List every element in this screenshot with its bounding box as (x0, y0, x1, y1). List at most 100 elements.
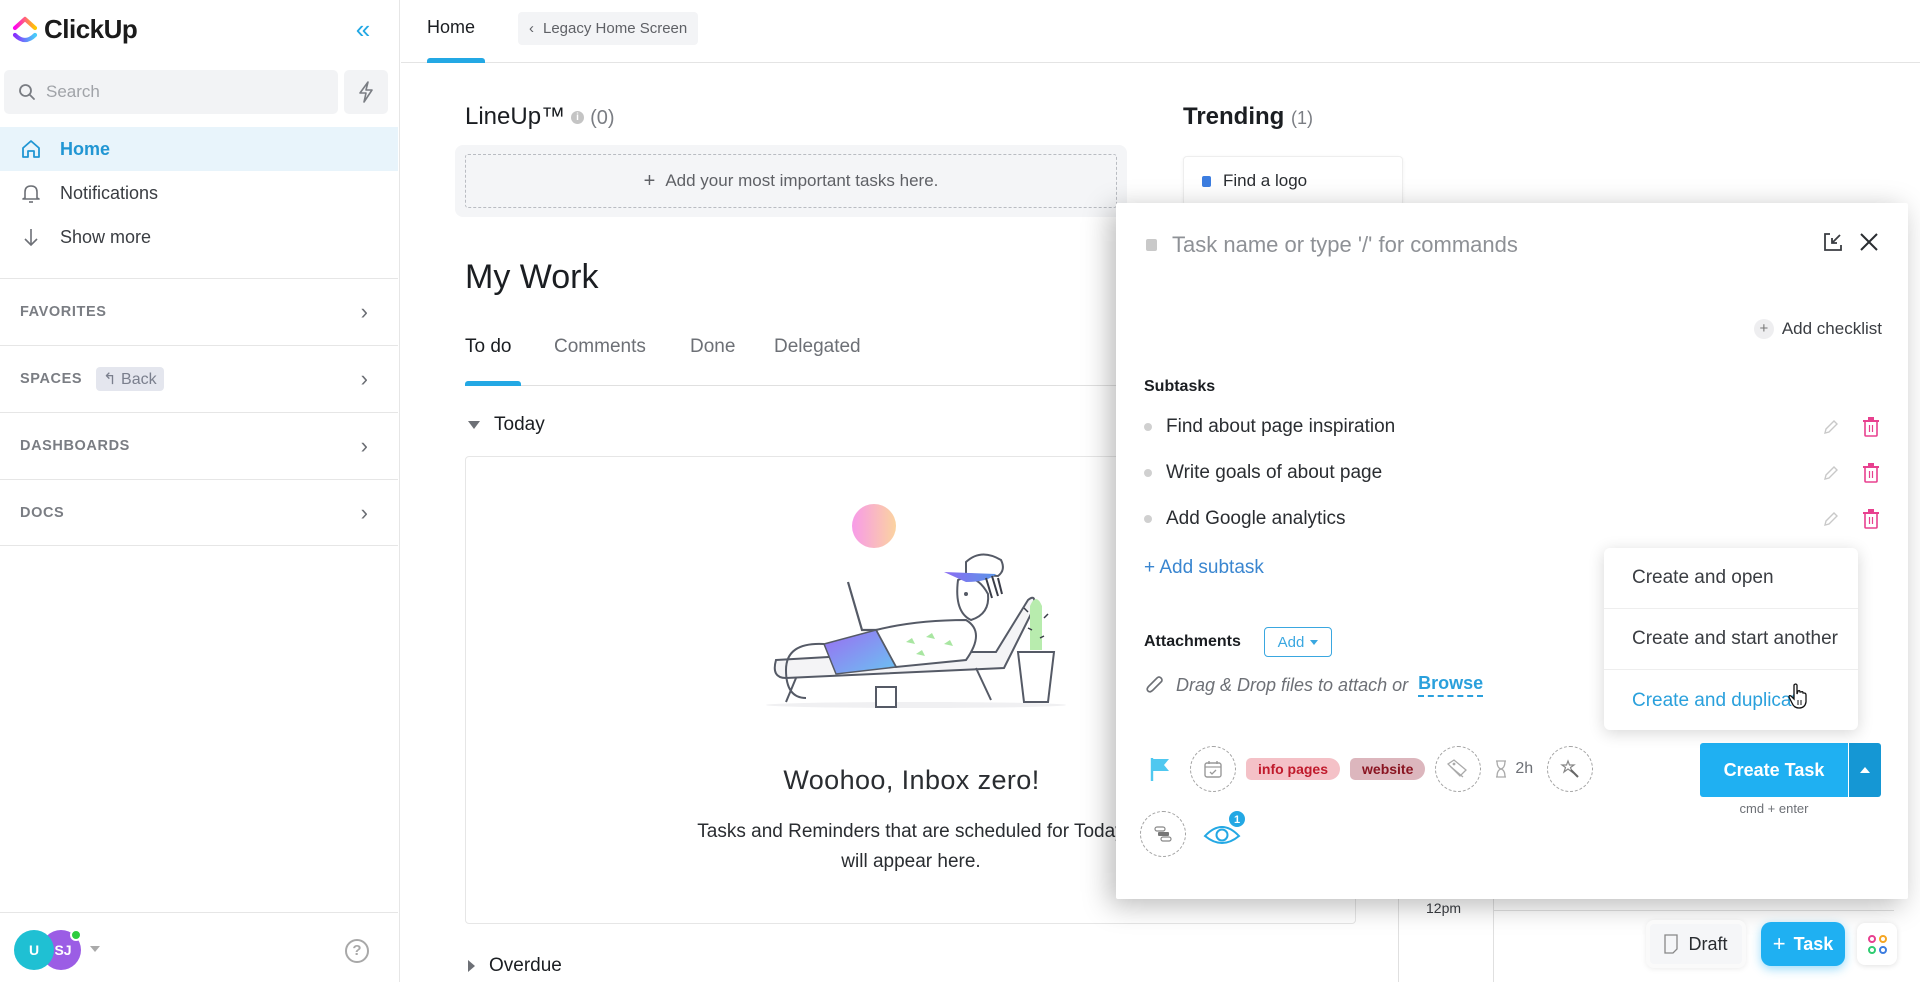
subtask-status-icon (1144, 423, 1152, 431)
sidebar-footer: U SJ ? (0, 912, 398, 982)
add-tag-button[interactable] (1435, 746, 1482, 792)
tab-done[interactable]: Done (690, 336, 735, 358)
pencil-icon (1824, 466, 1838, 480)
quick-actions-button[interactable] (344, 70, 388, 114)
legacy-home-screen-button[interactable]: ‹ Legacy Home Screen (518, 12, 699, 45)
lineup-title: LineUp™ (465, 103, 566, 130)
add-subtask-button[interactable]: + Add subtask (1144, 557, 1264, 579)
tag-website[interactable]: website (1350, 758, 1426, 780)
trending-title: Trending (1183, 103, 1285, 130)
delete-subtask-button[interactable] (1858, 506, 1884, 532)
apps-dot (1878, 934, 1887, 943)
sidebar-section-dashboards[interactable]: DASHBOARDS › (0, 412, 398, 479)
plus-icon: + (1772, 931, 1786, 956)
minimize-modal-button[interactable] (1818, 227, 1848, 257)
subtask-label[interactable]: Write goals of about page (1166, 462, 1804, 484)
spaces-back-button[interactable]: ↰ Back (96, 367, 164, 391)
relaxing-person-illustration (766, 504, 1066, 708)
tab-home[interactable]: Home (427, 17, 475, 38)
apps-dot (1867, 934, 1876, 943)
add-checklist-button[interactable]: + Add checklist (1753, 319, 1882, 339)
create-task-button[interactable]: Create Task (1700, 743, 1848, 797)
tab-to-do[interactable]: To do (465, 336, 511, 358)
lineup-heading: LineUp™ i (0) (465, 103, 615, 131)
user-menu-caret-icon[interactable] (90, 946, 100, 952)
edit-subtask-button[interactable] (1818, 460, 1844, 486)
paperclip-icon (1146, 676, 1163, 693)
close-modal-button[interactable] (1854, 227, 1884, 257)
gantt-icon (1154, 826, 1172, 842)
help-button[interactable]: ? (345, 939, 369, 963)
trending-task-card[interactable]: Find a logo (1183, 156, 1403, 206)
info-icon[interactable]: i (571, 110, 585, 124)
subtasks-label: Subtasks (1144, 378, 1216, 395)
subtask-row[interactable]: Add Google analytics (1144, 502, 1884, 536)
delete-subtask-button[interactable] (1858, 414, 1884, 440)
trash-icon (1863, 417, 1879, 437)
subtask-status-icon (1144, 469, 1152, 477)
attachments-label: Attachments (1144, 633, 1241, 650)
custom-fields-button[interactable] (1547, 746, 1594, 792)
dependencies-button[interactable] (1140, 811, 1186, 857)
sidebar-item-label: Show more (60, 226, 152, 247)
tab-comments[interactable]: Comments (554, 336, 646, 358)
collapse-sidebar-button[interactable]: « (350, 14, 376, 44)
sidebar-item-notifications[interactable]: Notifications (0, 171, 398, 215)
browse-files-link[interactable]: Browse (1418, 673, 1484, 697)
group-overdue-toggle[interactable]: Overdue (468, 955, 562, 977)
sidebar-item-label: Notifications (60, 182, 159, 203)
sidebar-item-show-more[interactable]: Show more (0, 215, 398, 259)
menu-item-create-and-start-another[interactable]: Create and start another (1604, 609, 1858, 670)
online-status-indicator (70, 929, 82, 941)
edit-subtask-button[interactable] (1818, 414, 1844, 440)
my-work-heading: My Work (465, 258, 599, 296)
double-chevron-left-icon: « (355, 14, 371, 44)
trending-heading: Trending (1) (1183, 103, 1313, 131)
task-name-input[interactable] (1172, 225, 1772, 265)
quick-task-label: Task (1793, 933, 1834, 954)
priority-button[interactable] (1140, 749, 1180, 789)
task-status-icon[interactable] (1146, 239, 1157, 251)
menu-item-create-and-duplicate[interactable]: Create and duplicate (1604, 670, 1858, 731)
group-today-toggle[interactable]: Today (468, 414, 545, 436)
sidebar-section-docs[interactable]: DOCS › (0, 479, 398, 546)
create-options-toggle[interactable] (1849, 743, 1881, 797)
sidebar-search-input[interactable]: Search (4, 70, 338, 114)
add-lineup-task-button[interactable]: + Add your most important tasks here. (465, 154, 1117, 208)
watchers-count-badge: 1 (1228, 810, 1246, 828)
active-tab-indicator (465, 381, 521, 386)
subtask-row[interactable]: Write goals of about page (1144, 456, 1884, 490)
watchers-button[interactable]: 1 (1200, 810, 1246, 854)
subtask-label[interactable]: Add Google analytics (1166, 508, 1804, 530)
quick-add-task-button[interactable]: + Task (1761, 922, 1845, 966)
subtask-label[interactable]: Find about page inspiration (1166, 416, 1804, 438)
pencil-icon (1824, 512, 1838, 526)
sidebar-item-label: Home (60, 138, 111, 159)
delete-subtask-button[interactable] (1858, 460, 1884, 486)
lineup-count: (0) (590, 107, 615, 129)
clickup-logo[interactable]: ClickUp (12, 14, 138, 45)
add-attachment-label: Add (1277, 633, 1305, 651)
menu-item-create-and-open[interactable]: Create and open (1604, 548, 1858, 609)
apps-grid-button[interactable] (1857, 923, 1897, 965)
apps-dot (1867, 945, 1876, 954)
draft-button[interactable]: Draft (1646, 920, 1746, 968)
tab-delegated[interactable]: Delegated (774, 336, 861, 358)
caret-right-icon (468, 960, 475, 972)
sidebar-item-home[interactable]: Home (0, 127, 398, 171)
tag-info-pages[interactable]: info pages (1246, 758, 1341, 780)
arrow-down-icon (24, 229, 38, 247)
avatar-workspace[interactable]: U (14, 930, 54, 970)
subtask-row[interactable]: Find about page inspiration (1144, 410, 1884, 444)
back-label: Back (121, 371, 157, 388)
sidebar-section-spaces[interactable]: SPACES ↰ Back › (0, 345, 398, 412)
edit-subtask-button[interactable] (1818, 506, 1844, 532)
chevron-right-icon: › (360, 433, 368, 458)
chevron-right-icon: › (360, 366, 368, 391)
add-attachment-dropdown[interactable]: Add (1264, 627, 1332, 657)
time-estimate-button[interactable]: 2h (1495, 760, 1533, 778)
sidebar-section-favorites[interactable]: FAVORITES › (0, 278, 398, 345)
attachment-dropzone[interactable]: Drag & Drop files to attach or Browse (1144, 673, 1484, 697)
due-date-button[interactable] (1190, 746, 1236, 792)
chevron-right-icon: › (360, 499, 368, 525)
